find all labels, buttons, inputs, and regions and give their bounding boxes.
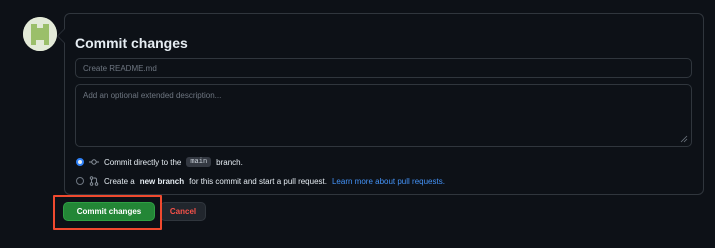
dialog-title: Commit changes xyxy=(75,35,188,51)
commit-changes-button[interactable]: Commit changes xyxy=(63,202,155,221)
create-branch-middle: for this commit and start a pull request… xyxy=(189,176,327,186)
commit-description-textarea[interactable] xyxy=(75,84,692,147)
card-pointer xyxy=(57,28,65,44)
commit-direct-option[interactable]: Commit directly to the main branch. xyxy=(76,156,243,168)
commit-changes-card: Commit changes Commit directly to the ma… xyxy=(57,13,704,195)
commit-direct-prefix: Commit directly to the xyxy=(104,157,182,167)
resize-grip-icon[interactable] xyxy=(680,135,688,143)
user-avatar[interactable] xyxy=(23,17,57,51)
commit-summary-input[interactable] xyxy=(75,58,692,78)
cancel-button[interactable]: Cancel xyxy=(160,202,206,221)
create-branch-prefix: Create a xyxy=(104,176,135,186)
identicon-icon xyxy=(23,17,57,51)
create-branch-radio[interactable] xyxy=(76,177,84,185)
git-pull-request-icon xyxy=(89,176,99,186)
git-commit-icon xyxy=(89,157,99,167)
commit-direct-suffix: branch. xyxy=(216,157,243,167)
create-branch-option[interactable]: Create a new branch for this commit and … xyxy=(76,175,445,187)
create-branch-bold: new branch xyxy=(139,176,185,186)
pull-requests-help-link[interactable]: Learn more about pull requests. xyxy=(332,177,445,186)
commit-dialog-page: Commit changes Commit directly to the ma… xyxy=(0,0,715,248)
branch-name-badge: main xyxy=(186,157,212,167)
commit-direct-radio[interactable] xyxy=(76,158,84,166)
